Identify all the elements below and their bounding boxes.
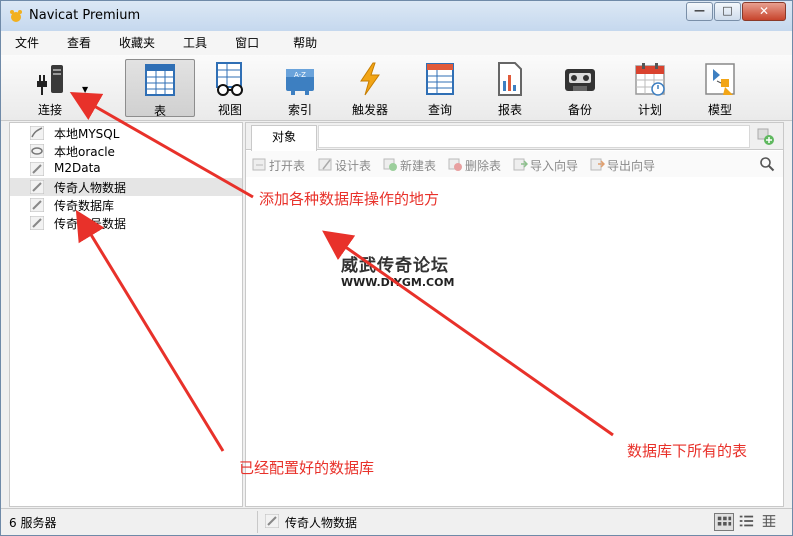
connect-dropdown-icon[interactable]: ▼: [82, 85, 88, 94]
view-label: 视图: [217, 103, 242, 117]
annotation-toolbar: 添加各种数据库操作的地方: [259, 190, 440, 208]
object-toolbar: 打开表 设计表 新建表 删除表 导入向导 导出向导: [246, 151, 783, 177]
table-icon: [145, 64, 175, 96]
menu-window[interactable]: 窗口: [231, 31, 263, 55]
main-toolbar: 连接 ▼ 表 视图 A-Z 索引 触发器 查询 报表 备份 计划 模型: [1, 55, 792, 121]
lightning-icon: [360, 62, 380, 96]
new-table-icon: [383, 158, 397, 171]
connection-label: 传奇账号数据: [54, 217, 127, 231]
plug-icon: [37, 65, 63, 95]
menu-tools[interactable]: 工具: [179, 31, 211, 55]
schedule-label: 计划: [637, 103, 662, 117]
connection-item-legend-db[interactable]: 传奇数据库: [10, 196, 242, 214]
status-bar: 6 服务器 传奇人物数据: [1, 508, 792, 535]
export-icon: [590, 158, 605, 171]
model-icon: [705, 63, 735, 95]
grid-view-button[interactable]: [714, 513, 734, 531]
navicat-window: Navicat Premium — □ ✕ 文件 查看 收藏夹 工具 窗口 帮助: [0, 0, 793, 536]
connect-label: 连接: [37, 103, 62, 117]
connection-item-mysql[interactable]: 本地MYSQL: [10, 124, 242, 142]
annotation-tables: 数据库下所有的表: [627, 442, 748, 460]
connect-button[interactable]: 连接: [15, 59, 85, 117]
list-view-icon: [739, 515, 754, 527]
index-button[interactable]: A-Z 索引: [267, 59, 333, 117]
report-icon: [498, 62, 522, 96]
oracle-icon: [30, 144, 44, 158]
window-title: Navicat Premium: [29, 8, 141, 23]
model-button[interactable]: 模型: [687, 59, 753, 117]
connection-item-oracle[interactable]: 本地oracle: [10, 142, 242, 160]
close-button[interactable]: ✕: [742, 2, 786, 21]
server-count: 6 服务器: [9, 516, 57, 530]
minimize-icon: —: [694, 4, 705, 17]
sqlite-icon: [30, 216, 44, 230]
query-icon: [426, 63, 454, 95]
index-icon: A-Z: [286, 69, 314, 95]
view-button[interactable]: 视图: [197, 59, 263, 117]
detail-view-button[interactable]: [760, 513, 780, 531]
query-button[interactable]: 查询: [407, 59, 473, 117]
trigger-label: 触发器: [351, 103, 388, 117]
new-tab-icon[interactable]: [757, 128, 775, 146]
tab-bar: 对象: [246, 123, 783, 151]
grid-view-icon: [717, 516, 732, 526]
connection-item-m2data[interactable]: M2Data: [10, 160, 242, 178]
connection-label: 传奇人物数据: [54, 181, 127, 195]
connection-label: M2Data: [54, 161, 101, 175]
minimize-button[interactable]: —: [686, 2, 713, 21]
backup-label: 备份: [567, 103, 592, 117]
status-divider: [257, 511, 258, 533]
list-view-button[interactable]: [737, 513, 757, 531]
delete-table-icon: [448, 158, 462, 171]
model-label: 模型: [707, 103, 732, 117]
trigger-button[interactable]: 触发器: [337, 59, 403, 117]
view-mode-buttons: [711, 513, 780, 531]
view-glasses-icon: [216, 62, 243, 96]
tab-objects[interactable]: 对象: [251, 125, 317, 151]
connection-item-account-data[interactable]: 传奇账号数据: [10, 214, 242, 232]
watermark-url: WWW.DIYGM.COM: [341, 276, 455, 289]
backup-button[interactable]: 备份: [547, 59, 613, 117]
report-label: 报表: [497, 103, 522, 117]
maximize-button[interactable]: □: [714, 2, 741, 21]
schedule-button[interactable]: 计划: [617, 59, 683, 117]
report-button[interactable]: 报表: [477, 59, 543, 117]
title-bar: Navicat Premium — □ ✕: [1, 1, 792, 31]
menu-favorites[interactable]: 收藏夹: [115, 31, 159, 55]
annotation-connections: 已经配置好的数据库: [239, 459, 375, 477]
connections-tree: 本地MYSQL 本地oracle M2Data 传奇人物数据 传奇数据库 传奇账…: [9, 122, 243, 507]
cassette-icon: [565, 69, 595, 91]
watermark-logo: 威武传奇论坛: [341, 256, 449, 276]
current-database-label: 传奇人物数据: [285, 516, 358, 530]
menu-file[interactable]: 文件: [11, 31, 43, 55]
close-icon: ✕: [758, 4, 770, 18]
sqlite-icon: [30, 162, 44, 176]
window-controls: — □ ✕: [685, 2, 786, 21]
connection-label: 本地oracle: [54, 145, 115, 159]
search-icon[interactable]: [759, 156, 775, 172]
maximize-icon: □: [722, 4, 733, 17]
index-label: 索引: [287, 103, 312, 117]
menu-bar: 文件 查看 收藏夹 工具 窗口 帮助: [1, 31, 792, 55]
open-table-icon: [252, 158, 266, 171]
query-label: 查询: [427, 103, 452, 117]
sqlite-icon: [265, 514, 279, 528]
index-icon-text: A-Z: [294, 71, 306, 79]
table-button[interactable]: 表: [125, 59, 195, 118]
sqlite-icon: [30, 198, 44, 212]
calendar-icon: [635, 63, 665, 96]
connection-label: 传奇数据库: [54, 199, 115, 213]
connection-label: 本地MYSQL: [54, 127, 120, 141]
design-table-icon: [318, 158, 332, 171]
connection-item-character-data[interactable]: 传奇人物数据: [10, 178, 242, 196]
menu-help[interactable]: 帮助: [289, 31, 321, 55]
sqlite-icon: [30, 180, 44, 194]
tab-strip: [318, 125, 750, 148]
table-label: 表: [153, 104, 166, 118]
detail-view-icon: [762, 515, 776, 527]
mysql-icon: [30, 126, 44, 140]
import-icon: [513, 158, 528, 171]
menu-view[interactable]: 查看: [63, 31, 95, 55]
navicat-logo-icon: [10, 10, 22, 22]
